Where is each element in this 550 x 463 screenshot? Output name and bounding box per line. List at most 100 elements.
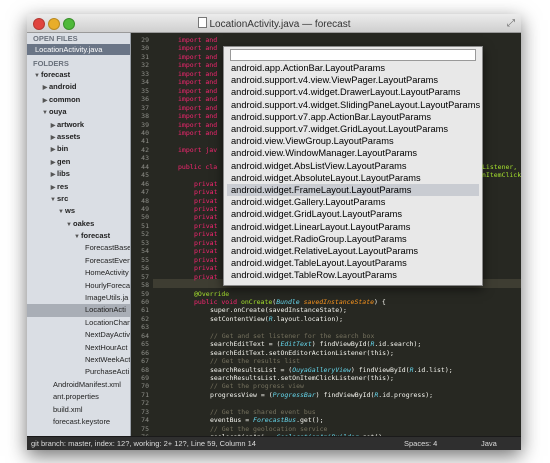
- code-line[interactable]: searchEditText.setOnEditorActionListener…: [210, 349, 394, 357]
- code-line[interactable]: privat: [194, 222, 217, 230]
- code-line[interactable]: privat: [194, 273, 217, 281]
- open-file-item[interactable]: LocationActivity.java: [27, 44, 130, 55]
- file-item[interactable]: HourlyForeca: [27, 280, 130, 292]
- code-line[interactable]: import and: [178, 53, 217, 61]
- code-line[interactable]: import and: [178, 95, 217, 103]
- folder-item[interactable]: ▶ bin: [27, 143, 130, 155]
- autocomplete-item[interactable]: android.widget.LinearLayout.LayoutParams: [227, 221, 479, 233]
- code-line[interactable]: privat: [194, 230, 217, 238]
- autocomplete-item[interactable]: android.view.ViewGroup.LayoutParams: [227, 135, 479, 147]
- code-line[interactable]: privat: [194, 180, 217, 188]
- autocomplete-item[interactable]: android.widget.RelativeLayout.LayoutPara…: [227, 245, 479, 257]
- code-line[interactable]: searchResultsList = (OuyaGalleryView) fi…: [210, 366, 453, 374]
- code-line[interactable]: import and: [178, 70, 217, 78]
- autocomplete-item[interactable]: android.widget.Gallery.LayoutParams: [227, 196, 479, 208]
- autocomplete-item[interactable]: android.support.v4.widget.DrawerLayout.L…: [227, 86, 479, 98]
- code-line[interactable]: // Get the results list: [210, 357, 300, 365]
- folder-item[interactable]: ▶ gen: [27, 156, 130, 168]
- code-line[interactable]: public cla: [178, 163, 217, 171]
- file-item[interactable]: NextDayActiv: [27, 329, 130, 341]
- folder-item[interactable]: ▶ artwork: [27, 119, 130, 131]
- folder-item[interactable]: ▼src: [27, 193, 130, 205]
- file-item[interactable]: AndroidManifest.xml: [27, 379, 130, 391]
- code-line[interactable]: import jav: [178, 146, 217, 154]
- code-line[interactable]: import and: [178, 121, 217, 129]
- file-item[interactable]: ant.properties: [27, 391, 130, 403]
- code-line[interactable]: privat: [194, 188, 217, 196]
- code-line[interactable]: import and: [178, 129, 217, 137]
- autocomplete-item[interactable]: android.support.v4.view.ViewPager.Layout…: [227, 74, 479, 86]
- code-line[interactable]: searchEditText = (EditText) findViewById…: [210, 340, 421, 348]
- file-item[interactable]: ForecastEvent: [27, 255, 130, 267]
- autocomplete-item[interactable]: android.widget.AbsoluteLayout.LayoutPara…: [227, 172, 479, 184]
- autocomplete-item[interactable]: android.support.v7.app.ActionBar.LayoutP…: [227, 111, 479, 123]
- autocomplete-item[interactable]: android.widget.TableRow.LayoutParams: [227, 269, 479, 281]
- file-item[interactable]: PurchaseActi: [27, 366, 130, 378]
- folder-item[interactable]: ▼ws: [27, 205, 130, 217]
- code-line[interactable]: searchResultsList.setOnItemClickListener…: [210, 374, 394, 382]
- code-line[interactable]: privat: [194, 239, 217, 247]
- code-line[interactable]: import and: [178, 104, 217, 112]
- code-token: ) findViewById(: [350, 365, 410, 374]
- code-line[interactable]: eventBus = ForecastBus.get();: [210, 416, 324, 424]
- folder-item[interactable]: ▼forecast: [27, 69, 130, 81]
- code-token: privat: [194, 196, 218, 205]
- autocomplete-item[interactable]: android.widget.AbsListView.LayoutParams: [227, 160, 479, 172]
- folder-item[interactable]: ▼ouya: [27, 106, 130, 118]
- indentation-setting[interactable]: Spaces: 4: [404, 439, 437, 448]
- file-item[interactable]: NextWeekAct: [27, 354, 130, 366]
- autocomplete-item[interactable]: android.widget.GridLayout.LayoutParams: [227, 208, 479, 220]
- file-item[interactable]: HomeActivity: [27, 267, 130, 279]
- folder-item[interactable]: ▶ assets: [27, 131, 130, 143]
- folder-item[interactable]: ▶ libs: [27, 168, 130, 180]
- code-editor[interactable]: 29 30 31 32 33 34 35 36 37 38 39 40 41 42 43 44 45 46 47 48…: [131, 33, 521, 436]
- code-line[interactable]: privat: [194, 247, 217, 255]
- file-item[interactable]: build.xml: [27, 404, 130, 416]
- code-token: progressView = (: [210, 390, 273, 399]
- file-item[interactable]: NextHourAct: [27, 342, 130, 354]
- code-line[interactable]: import and: [178, 87, 217, 95]
- code-line[interactable]: import and: [178, 61, 217, 69]
- code-line[interactable]: public void onCreate(Bundle savedInstanc…: [194, 298, 386, 306]
- code-line[interactable]: // Get the shared event bus: [210, 408, 316, 416]
- file-item[interactable]: ImageUtils.ja: [27, 292, 130, 304]
- autocomplete-item[interactable]: android.widget.RadioGroup.LayoutParams: [227, 233, 479, 245]
- code-line[interactable]: import and: [178, 44, 217, 52]
- code-line[interactable]: privat: [194, 205, 217, 213]
- code-line[interactable]: // Get the progress view: [210, 382, 304, 390]
- code-line[interactable]: progressView = (ProgressBar) findViewByI…: [210, 391, 433, 399]
- folder-item[interactable]: ▶ common: [27, 94, 130, 106]
- code-line[interactable]: super.onCreate(savedInstanceState);: [210, 306, 347, 314]
- code-line[interactable]: setContentView(R.layout.location);: [210, 315, 343, 323]
- file-item[interactable]: ForecastBaseA: [27, 242, 130, 254]
- code-line[interactable]: privat: [194, 197, 217, 205]
- syntax-setting[interactable]: Java: [481, 439, 497, 448]
- autocomplete-item[interactable]: android.widget.TableLayout.LayoutParams: [227, 257, 479, 269]
- fullscreen-icon[interactable]: ⤢: [507, 18, 515, 29]
- line-number: 63: [141, 323, 149, 332]
- autocomplete-item[interactable]: android.app.ActionBar.LayoutParams: [227, 62, 479, 74]
- folder-item[interactable]: ▶ android: [27, 81, 130, 93]
- code-line[interactable]: privat: [194, 213, 217, 221]
- code-line[interactable]: privat: [194, 256, 217, 264]
- file-item[interactable]: LocationActi: [27, 304, 130, 317]
- autocomplete-item[interactable]: android.view.WindowManager.LayoutParams: [227, 147, 479, 159]
- code-line[interactable]: @Override: [194, 290, 229, 298]
- code-line[interactable]: // Get and set listener for the search b…: [210, 332, 374, 340]
- folder-item[interactable]: ▼oakes: [27, 218, 130, 230]
- autocomplete-filter-input[interactable]: [230, 49, 476, 61]
- code-line[interactable]: import and: [178, 78, 217, 86]
- folder-item[interactable]: ▶ res: [27, 181, 130, 193]
- code-line[interactable]: import and: [178, 36, 217, 44]
- tree-item-label: AndroidManifest.xml: [53, 379, 121, 389]
- code-line[interactable]: // Get the geolocation service: [210, 425, 327, 433]
- file-item[interactable]: LocationChan: [27, 317, 130, 329]
- autocomplete-item[interactable]: android.support.v7.widget.GridLayout.Lay…: [227, 123, 479, 135]
- folder-item[interactable]: ▼forecast: [27, 230, 130, 242]
- tree-item-label: forecast.keystore: [53, 416, 111, 426]
- autocomplete-item[interactable]: android.support.v4.widget.SlidingPaneLay…: [227, 99, 480, 111]
- file-item[interactable]: forecast.keystore: [27, 416, 130, 428]
- code-line[interactable]: import and: [178, 112, 217, 120]
- autocomplete-item[interactable]: android.widget.FrameLayout.LayoutParams: [227, 184, 479, 197]
- code-line[interactable]: privat: [194, 264, 217, 272]
